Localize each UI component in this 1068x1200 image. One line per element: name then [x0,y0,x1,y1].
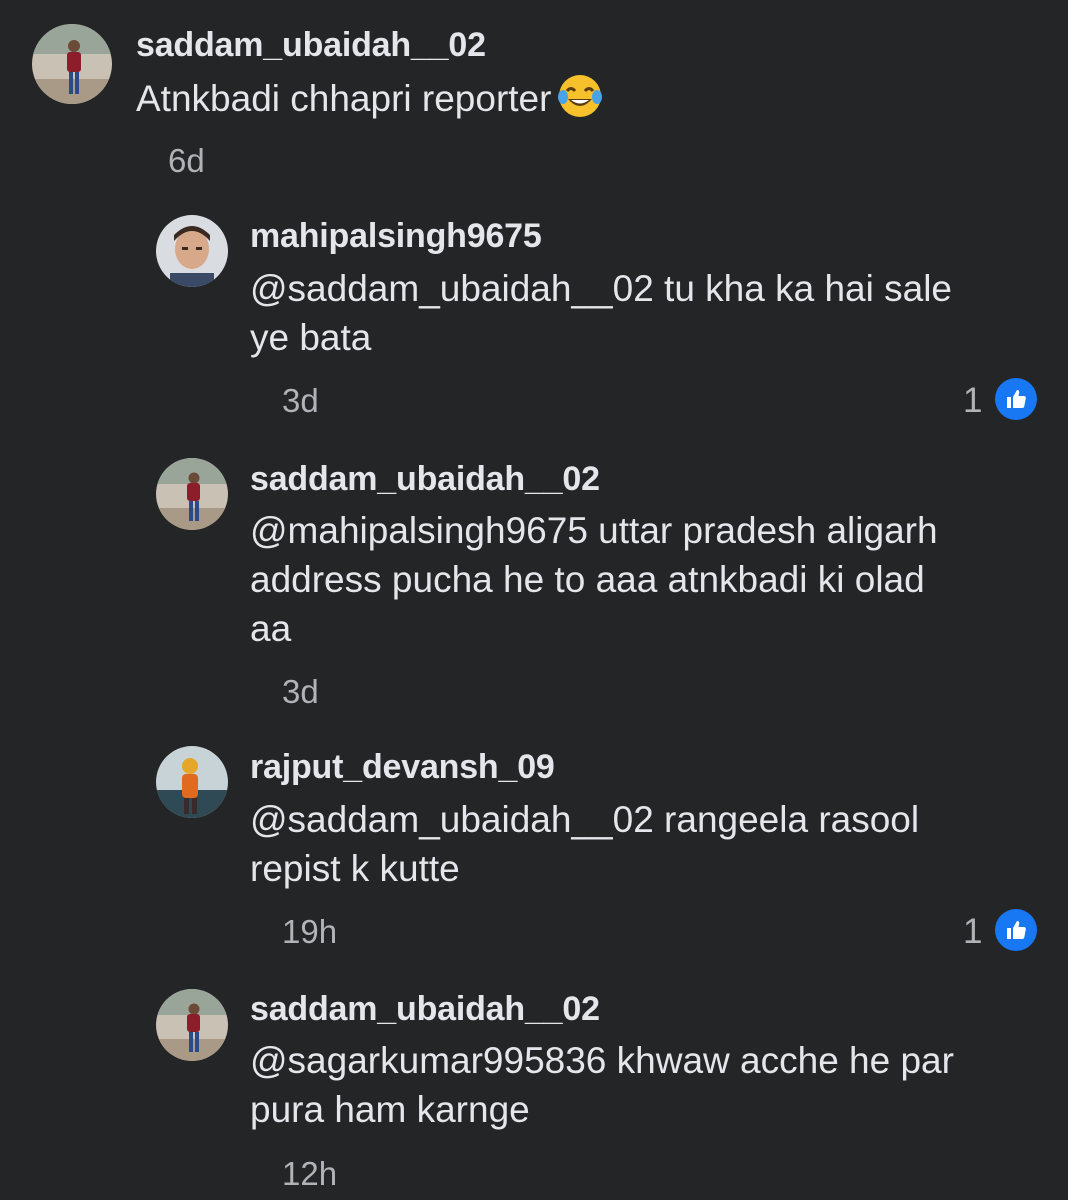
reply-text: @sagarkumar995836 khwaw acche he par pur… [250,1036,954,1134]
reply-text-line: @saddam_ubaidah__02 tu kha ka hai sale [250,268,953,309]
reply-username[interactable]: mahipalsingh9675 [250,217,542,256]
reply-text-line: @sagarkumar995836 khwaw acche he par [250,1040,954,1081]
comment-time: 6d [168,142,205,179]
reply-time: 3d [282,382,319,419]
comment-text: Atnkbadi chhapri reporter [136,73,603,131]
comment-1: saddam_ubaidah__02 Atnkbadi chhapri repo… [0,0,1068,200]
reply-text-line: @saddam_ubaidah__02 rangeela rasool [250,799,920,840]
avatar-saddam[interactable] [156,989,228,1061]
reply-text-line: pura ham karnge [250,1089,530,1130]
reply-time: 19h [282,913,338,950]
like-count[interactable]: 1 [963,912,982,952]
reply-username[interactable]: saddam_ubaidah__02 [250,460,600,499]
reply-text-line: address pucha he to aaa atnkbadi ki olad [250,559,925,600]
avatar-saddam[interactable] [32,24,112,104]
reply-username[interactable]: rajput_devansh_09 [250,748,555,787]
reply-text: @mahipalsingh9675 uttar pradesh aligarh … [250,506,938,653]
reply-text: @saddam_ubaidah__02 rangeela rasool repi… [250,795,919,893]
avatar-saddam[interactable] [156,458,228,530]
like-count[interactable]: 1 [963,381,982,421]
like-icon[interactable] [995,378,1037,420]
reply-text-line: repist k kutte [250,848,460,889]
reply-text-line: @mahipalsingh9675 uttar pradesh aligarh [250,510,938,551]
avatar-rajput[interactable] [156,746,228,818]
comment-username[interactable]: saddam_ubaidah__02 [136,26,486,65]
reply-text: @saddam_ubaidah__02 tu kha ka hai sale y… [250,264,952,362]
reply-username[interactable]: saddam_ubaidah__02 [250,990,600,1029]
like-icon[interactable] [995,909,1037,951]
laughing-emoji-icon [557,73,603,131]
avatar-mahipalsingh[interactable] [156,215,228,287]
reply-text-line: aa [250,608,292,649]
reply-time: 3d [282,673,319,710]
comment-text-line: Atnkbadi chhapri reporter [136,78,552,119]
reply-text-line: ye bata [250,317,372,358]
reply-time: 12h [282,1155,338,1192]
